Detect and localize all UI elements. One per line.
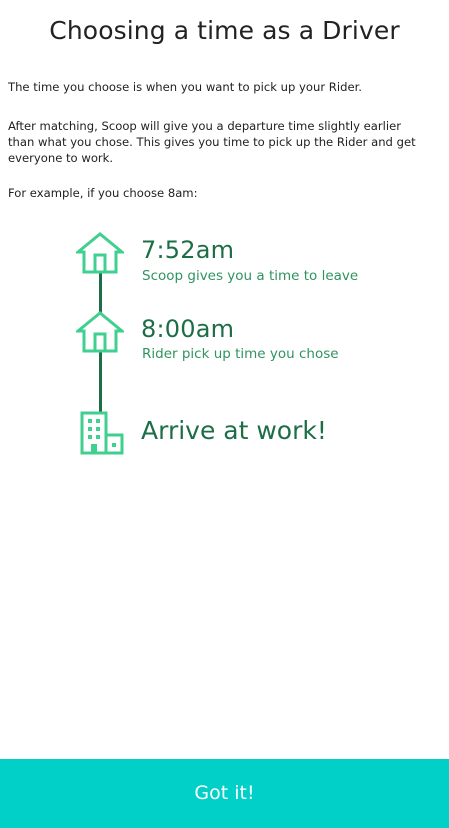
home-icon: [76, 311, 124, 353]
home-icon: [76, 232, 124, 274]
timeline-arrive-label: Arrive at work!: [141, 416, 327, 445]
page-title: Choosing a time as a Driver: [49, 16, 400, 45]
screen: Choosing a time as a Driver The time you…: [0, 0, 449, 828]
intro-paragraph-1: The time you choose is when you want to …: [8, 80, 362, 94]
timeline-caption-depart: Scoop gives you a time to leave: [142, 268, 359, 284]
got-it-button[interactable]: Got it!: [0, 759, 449, 828]
office-building-icon: [80, 411, 124, 455]
timeline-time-pickup: 8:00am: [141, 315, 235, 343]
timeline-time-depart: 7:52am: [141, 236, 235, 264]
intro-paragraph-3: For example, if you choose 8am:: [8, 186, 198, 200]
timeline-connector: [99, 272, 102, 315]
timeline-connector: [99, 352, 102, 412]
timeline-caption-pickup: Rider pick up time you chose: [142, 346, 339, 362]
intro-paragraph-2: After matching, Scoop will give you a de…: [8, 119, 416, 165]
